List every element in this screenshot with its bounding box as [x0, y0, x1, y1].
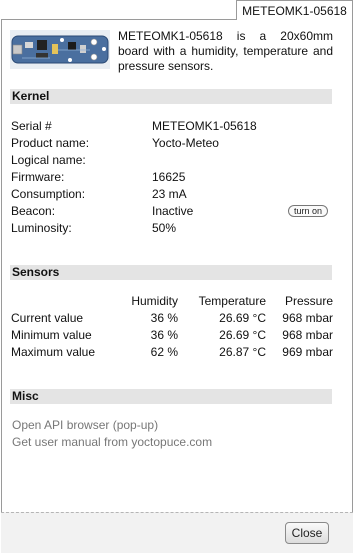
user-manual-link[interactable]: Get user manual from yoctopuce.com [12, 434, 212, 450]
row-label: Firmware: [11, 170, 65, 184]
row-label: Product name: [11, 136, 90, 150]
section-kernel: Kernel [10, 89, 332, 104]
sensors-row-current: Current value 36 % 26.69 °C 968 mbar [11, 310, 333, 326]
sensors-row-maximum: Maximum value 62 % 26.87 °C 969 mbar [11, 344, 333, 360]
humidity-value: 36 % [150, 328, 178, 342]
row-label: Current value [11, 311, 84, 325]
kernel-row-logical-name: Logical name: [11, 152, 331, 168]
temperature-value: 26.69 °C [219, 311, 266, 325]
kernel-row-consumption: Consumption: 23 mA [11, 186, 331, 202]
temperature-value: 26.87 °C [219, 345, 266, 359]
sensors-header-row: Humidity Temperature Pressure [11, 293, 333, 309]
kernel-row-luminosity: Luminosity: 50% [11, 220, 331, 236]
dialog-footer: Close [1, 512, 353, 553]
close-button[interactable]: Close [285, 522, 329, 544]
row-value: 16625 [152, 170, 186, 184]
humidity-value: 36 % [150, 311, 178, 325]
device-description: METEOMK1-05618 is a 20x60mm board with a… [118, 29, 333, 73]
kernel-row-serial: Serial # METEOMK1-05618 [11, 118, 331, 134]
row-value: METEOMK1-05618 [152, 119, 257, 133]
row-value: 50% [152, 221, 177, 235]
row-label: Luminosity: [11, 221, 72, 235]
row-label: Logical name: [11, 153, 86, 167]
open-api-browser-link[interactable]: Open API browser (pop-up) [12, 417, 158, 433]
pressure-value: 968 mbar [282, 328, 333, 342]
column-header-temperature: Temperature [198, 294, 266, 308]
kernel-row-product-name: Product name: Yocto-Meteo [11, 135, 331, 151]
beacon-turn-on-button[interactable]: turn on [288, 205, 328, 217]
column-header-humidity: Humidity [131, 294, 178, 308]
pressure-value: 969 mbar [282, 345, 333, 359]
section-misc: Misc [10, 389, 332, 404]
temperature-value: 26.69 °C [219, 328, 266, 342]
device-panel: METEOMK1-05618 is a 20x60mm board with a… [1, 19, 353, 553]
row-label: Maximum value [11, 345, 96, 359]
pressure-value: 968 mbar [282, 311, 333, 325]
humidity-value: 62 % [150, 345, 178, 359]
row-value: Inactive [152, 204, 194, 218]
tab-device[interactable]: METEOMK1-05618 [236, 0, 353, 20]
yocto-meteo-board-icon [10, 30, 110, 69]
column-header-pressure: Pressure [284, 294, 333, 308]
row-value: Yocto-Meteo [152, 136, 219, 150]
kernel-row-firmware: Firmware: 16625 [11, 169, 331, 185]
row-label: Beacon: [11, 204, 56, 218]
section-sensors: Sensors [10, 265, 332, 280]
row-label: Serial # [11, 119, 52, 133]
row-label: Minimum value [11, 328, 92, 342]
sensors-row-minimum: Minimum value 36 % 26.69 °C 968 mbar [11, 327, 333, 343]
row-value: 23 mA [152, 187, 187, 201]
kernel-row-beacon: Beacon: Inactive [11, 203, 331, 219]
row-label: Consumption: [11, 187, 86, 201]
